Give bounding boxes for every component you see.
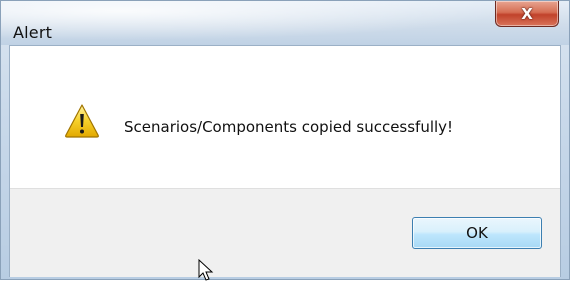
- ok-button-label: OK: [466, 224, 488, 242]
- title-bar[interactable]: Alert X: [1, 1, 569, 45]
- warning-icon: [65, 104, 99, 138]
- button-bar: OK: [10, 188, 560, 277]
- close-button[interactable]: X: [495, 1, 559, 27]
- message-area: Scenarios/Components copied successfully…: [10, 46, 560, 188]
- dialog-body: Scenarios/Components copied successfully…: [9, 45, 561, 277]
- mouse-cursor-icon: [198, 259, 214, 281]
- close-icon: X: [521, 4, 533, 23]
- alert-message: Scenarios/Components copied successfully…: [124, 118, 454, 136]
- alert-window: Alert X Scenarios/Components copied succ…: [0, 0, 570, 281]
- ok-button[interactable]: OK: [412, 217, 542, 249]
- window-title: Alert: [13, 23, 53, 42]
